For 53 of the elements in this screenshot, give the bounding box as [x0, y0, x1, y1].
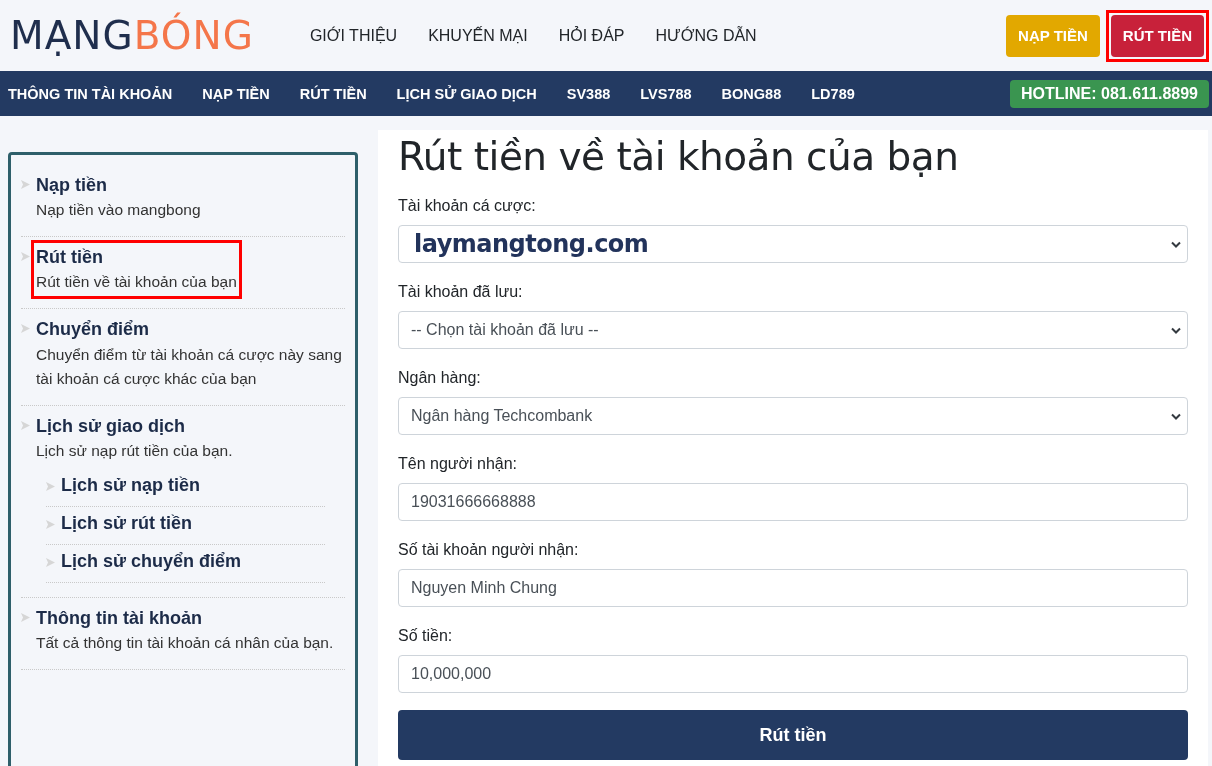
- triangle-icon: [46, 519, 55, 529]
- nav-link[interactable]: KHUYẾN MẠI: [428, 26, 528, 45]
- hotline-badge: HOTLINE: 081.611.8899: [1010, 79, 1209, 108]
- sidebar-link[interactable]: Lịch sử giao dịch: [36, 415, 186, 436]
- sidebar-sublink[interactable]: Lịch sử nạp tiền: [61, 474, 325, 496]
- withdraw-button[interactable]: RÚT TIỀN: [1110, 14, 1204, 57]
- sidebar-description: Lịch sử nạp rút tiền của bạn.: [36, 440, 234, 461]
- menu-link[interactable]: RÚT TIỀN: [299, 85, 367, 102]
- nav-link[interactable]: GIỚI THIỆU: [309, 26, 398, 45]
- triangle-icon: [21, 612, 30, 622]
- menu-link[interactable]: SV388: [566, 85, 611, 102]
- field-label: Số tiền:: [398, 627, 453, 645]
- sidebar-description: Rút tiền về tài khoản của bạn: [36, 272, 237, 293]
- triangle-icon: [21, 252, 30, 262]
- chevron-down-icon: [1171, 240, 1181, 248]
- field-label: Ngân hàng:: [398, 369, 481, 387]
- menu-link[interactable]: NẠP TIỀN: [202, 85, 270, 102]
- field-label: Tài khoản cá cược:: [398, 197, 536, 215]
- select-field[interactable]: Ngân hàng Techcombank: [398, 397, 1188, 435]
- chevron-down-icon: [1171, 326, 1181, 334]
- select-field[interactable]: laymangtong.com: [398, 225, 1188, 263]
- sidebar-link[interactable]: Chuyển điểm: [36, 319, 150, 340]
- sidebar-description: Nạp tiền vào mangbong: [36, 200, 202, 221]
- field-label: Tài khoản đã lưu:: [398, 283, 523, 301]
- field-label: Tên người nhận:: [398, 455, 518, 473]
- withdraw-submit-button[interactable]: Rút tiền: [398, 710, 1188, 760]
- input-field[interactable]: 19031666668888: [398, 483, 1188, 521]
- chevron-down-icon: [1171, 412, 1181, 420]
- sidebar-link[interactable]: Nạp tiền: [36, 175, 107, 195]
- nav-link[interactable]: HƯỚNG DẪN: [655, 26, 757, 45]
- select-field[interactable]: -- Chọn tài khoản đã lưu --: [398, 311, 1188, 349]
- triangle-icon: [21, 180, 30, 189]
- logo-text[interactable]: MẠNG: [10, 16, 134, 55]
- menu-link[interactable]: LỊCH SỬ GIAO DỊCH: [396, 85, 537, 102]
- field-label: Số tài khoản người nhận:: [398, 541, 579, 559]
- triangle-icon: [21, 324, 30, 334]
- menu-link[interactable]: BONG88: [721, 85, 782, 102]
- menu-link[interactable]: LD789: [811, 85, 855, 102]
- sidebar-sublink[interactable]: Lịch sử chuyển điểm: [61, 550, 325, 572]
- triangle-icon: [21, 420, 30, 430]
- menu-link[interactable]: THÔNG TIN TÀI KHOẢN: [8, 85, 173, 102]
- page-title: Rút tiền về tài khoản của bạn: [398, 133, 960, 179]
- input-field[interactable]: 10,000,000: [398, 655, 1188, 693]
- triangle-icon: [46, 481, 55, 491]
- sidebar-description: Tất cả thông tin tài khoản cá nhân của bạn.: [36, 632, 335, 653]
- sidebar-description: Chuyển điểm từ tài khoản cá cược này sang tài khoản cá cược khác của bạn: [36, 344, 343, 389]
- nav-link[interactable]: HỎI ĐÁP: [558, 26, 625, 45]
- sidebar-link[interactable]: Thông tin tài khoản: [36, 607, 202, 628]
- sidebar-link[interactable]: Rút tiền: [36, 247, 103, 268]
- sidebar-sublink[interactable]: Lịch sử rút tiền: [61, 512, 325, 534]
- menu-link[interactable]: LVS788: [640, 85, 692, 102]
- triangle-icon: [46, 557, 55, 567]
- input-field[interactable]: Nguyen Minh Chung: [398, 569, 1188, 607]
